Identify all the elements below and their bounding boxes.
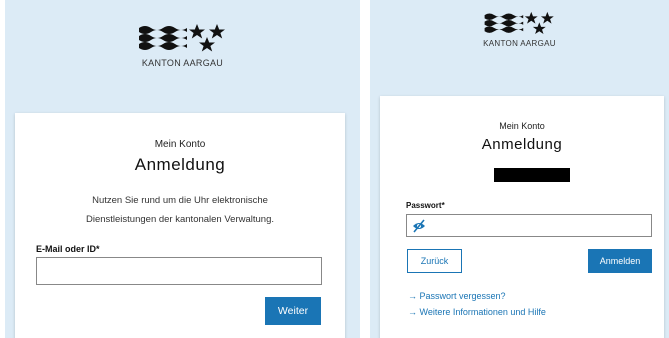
canton-logo: KANTON AARGAU [5,22,360,68]
password-field[interactable] [406,214,652,237]
next-button[interactable]: Weiter [265,297,321,325]
description: Nutzen Sie rund um die Uhr elektronische… [35,191,325,229]
login-card: Mein Konto Anmeldung Passwort* Zurück An… [380,96,664,338]
password-label: Passwort* [406,201,445,210]
more-info-link[interactable]: → Weitere Informationen und Hilfe [408,307,546,317]
page-title: Anmeldung [134,155,226,174]
canton-aargau-logo-icon [138,24,225,52]
description-line-2: Dienstleistungen der kantonalen Verwaltu… [85,214,274,225]
page-title: Anmeldung [481,136,563,153]
forgot-password-link[interactable]: → Passwort vergessen? [408,291,506,301]
login-step-email-panel: KANTON AARGAU Mein Konto Anmeldung Nutze… [5,0,360,338]
canton-logo: KANTON AARGAU [370,10,669,48]
login-button[interactable]: Anmelden [588,249,652,273]
back-button[interactable]: Zurück [407,249,462,273]
email-label: E-Mail oder ID* [36,244,100,254]
eye-slash-icon[interactable] [412,219,426,233]
description-line-1: Nutzen Sie rund um die Uhr elektronische [92,195,268,206]
card-subtitle: Mein Konto [154,139,206,150]
canton-aargau-logo-icon [484,11,554,35]
logo-text: KANTON AARGAU [483,39,556,48]
login-card: Mein Konto Anmeldung Nutzen Sie rund um … [15,113,345,338]
redacted-user-id [494,168,570,182]
login-step-password-panel: KANTON AARGAU Mein Konto Anmeldung Passw… [370,0,669,338]
email-input[interactable] [36,257,322,285]
logo-text: KANTON AARGAU [141,58,224,68]
card-subtitle: Mein Konto [499,121,545,131]
